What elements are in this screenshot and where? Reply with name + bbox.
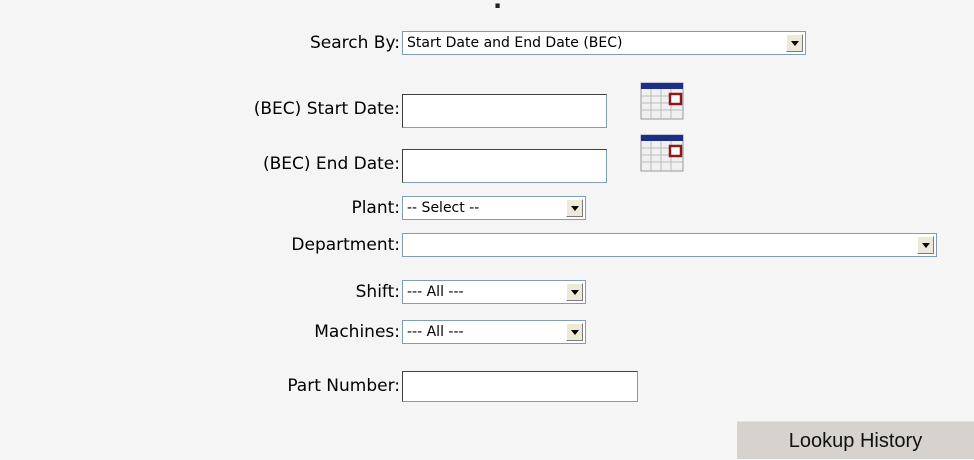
machines-value: --- All --- [407, 324, 464, 340]
start-date-input[interactable] [402, 94, 607, 128]
chevron-down-icon[interactable] [566, 283, 583, 301]
search-by-value: Start Date and End Date (BEC) [407, 35, 623, 51]
part-number-row: Part Number: [0, 371, 974, 402]
search-by-select[interactable]: Start Date and End Date (BEC) [402, 31, 806, 55]
search-by-label: Search By: [309, 33, 400, 53]
machines-label: Machines: [314, 322, 400, 342]
plant-select[interactable]: -- Select -- [402, 196, 586, 220]
start-date-label: (BEC) Start Date: [253, 99, 400, 119]
machines-row: Machines: --- All --- [0, 317, 974, 347]
calendar-icon[interactable] [640, 134, 684, 172]
part-number-input[interactable] [402, 371, 638, 402]
plant-row: Plant: -- Select -- [0, 193, 974, 223]
search-by-row: Search By: Start Date and End Date (BEC) [0, 28, 974, 58]
department-select[interactable] [402, 233, 937, 257]
machines-select[interactable]: --- All --- [402, 320, 586, 344]
end-date-input[interactable] [402, 149, 607, 183]
calendar-icon[interactable] [640, 82, 684, 120]
chevron-down-icon[interactable] [566, 199, 583, 217]
plant-value: -- Select -- [407, 200, 480, 216]
end-date-row: (BEC) End Date: [0, 147, 974, 183]
chevron-down-icon[interactable] [917, 236, 934, 254]
lookup-history-button[interactable]: Lookup History [737, 421, 974, 459]
shift-label: Shift: [355, 282, 400, 302]
end-date-label: (BEC) End Date: [262, 154, 400, 174]
shift-value: --- All --- [407, 284, 464, 300]
start-date-row: (BEC) Start Date: [0, 92, 974, 128]
shift-select[interactable]: --- All --- [402, 280, 586, 304]
shift-row: Shift: --- All --- [0, 277, 974, 307]
chevron-down-icon[interactable] [566, 323, 583, 341]
chevron-down-icon[interactable] [786, 34, 803, 52]
part-number-label: Part Number: [287, 376, 400, 396]
title-fragment: . [493, 0, 503, 14]
department-label: Department: [291, 235, 400, 255]
department-row: Department: [0, 230, 974, 260]
plant-label: Plant: [351, 198, 400, 218]
